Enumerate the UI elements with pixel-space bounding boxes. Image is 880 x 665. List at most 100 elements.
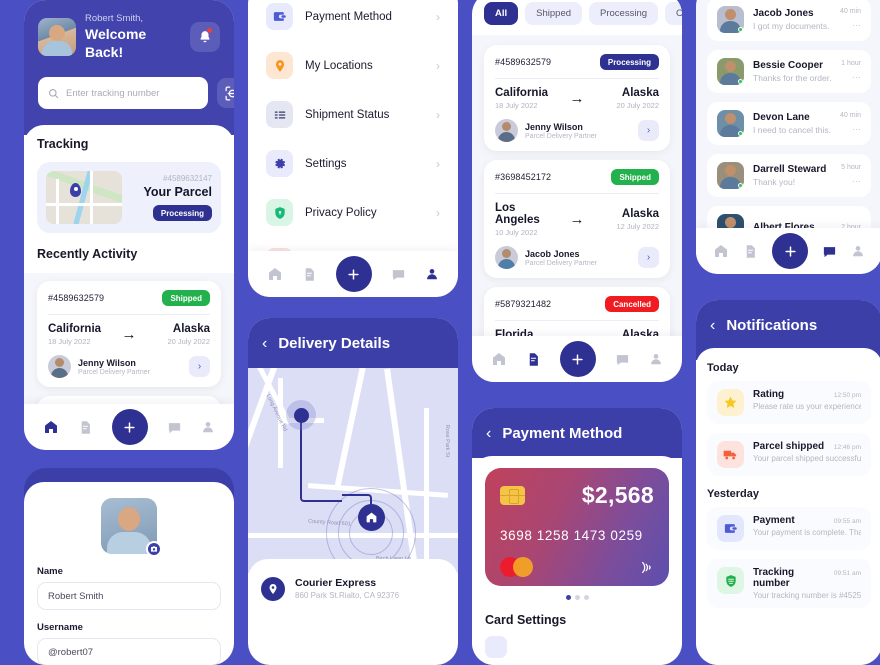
nav-add-button[interactable] <box>772 233 808 269</box>
menu-item-shipment-status[interactable]: Shipment Status › <box>262 90 444 139</box>
route-destination: Alaska 12 July 2022 <box>594 208 659 231</box>
nav-add-button[interactable] <box>335 256 372 292</box>
message-meta: 1 hour ⋯ <box>841 60 861 83</box>
shipment-row-head: #5879321482 Cancelled <box>495 296 659 312</box>
nav-messages[interactable] <box>822 244 837 259</box>
notification-row[interactable]: Payment 09:55 am Your payment is complet… <box>707 507 871 550</box>
nav-profile[interactable] <box>201 420 215 434</box>
shipment-number: #4589632579 <box>495 57 552 67</box>
menu-item-my-locations[interactable]: My Locations › <box>262 41 444 90</box>
notification-dot <box>207 27 212 33</box>
carousel-dot[interactable] <box>574 595 580 600</box>
location-pin-icon <box>269 584 277 594</box>
nav-profile[interactable] <box>649 352 663 366</box>
add-icon <box>124 421 136 433</box>
notification-title: Tracking number <box>753 567 795 589</box>
notification-body: Rating 12:50 pm Please rate us your expe… <box>753 389 861 411</box>
scan-button[interactable] <box>217 78 234 108</box>
notification-group-label: Yesterday <box>707 488 759 500</box>
message-row[interactable]: Darrell Steward Thank you! 5 hour ⋯ <box>707 154 871 197</box>
back-arrow-icon[interactable]: ‹ <box>486 425 491 442</box>
chat-icon <box>616 354 628 365</box>
message-row[interactable]: Bessie Cooper Thanks for the order. 1 ho… <box>707 50 871 93</box>
nav-documents[interactable] <box>302 267 317 282</box>
tab-cancelled[interactable]: Cancelled <box>665 2 682 25</box>
partner-name: Jenny Wilson <box>525 121 583 132</box>
online-dot <box>738 131 743 136</box>
nav-profile[interactable] <box>851 244 865 258</box>
partner-info: Jenny Wilson Parcel Delivery Partner <box>78 358 150 376</box>
more-icon[interactable]: ⋯ <box>840 124 861 135</box>
contact-name: Darrell Steward <box>753 164 827 175</box>
courier-row[interactable]: Courier Express 860 Park St.Rialto, CA 9… <box>261 573 445 605</box>
delivery-map[interactable]: Long Avenue Rd County Road 601 Birch Law… <box>248 368 458 573</box>
nav-documents[interactable] <box>743 244 758 259</box>
message-row[interactable]: Devon Lane I need to cancel this. 40 min… <box>707 102 871 145</box>
card-settings-icon-badge[interactable] <box>485 636 507 658</box>
tab-shipped[interactable]: Shipped <box>525 2 583 25</box>
camera-icon[interactable] <box>146 541 162 557</box>
delivery-detail-sheet: Courier Express 860 Park St.Rialto, CA 9… <box>248 559 458 617</box>
activity-detail-button[interactable]: › <box>189 356 210 377</box>
search-box[interactable] <box>38 77 208 109</box>
notification-title: Parcel shipped <box>753 441 825 452</box>
shipment-row[interactable]: #4589632579 Processing California 18 Jul… <box>484 45 670 151</box>
avatar[interactable] <box>38 17 76 56</box>
profile-photo[interactable] <box>101 498 162 557</box>
card-carousel-dots[interactable] <box>485 595 669 600</box>
screen-payment-method: ‹ Payment Method $2,568 3698 1258 1473 0… <box>472 408 682 665</box>
tracking-title: Tracking <box>37 137 89 151</box>
carousel-dot[interactable] <box>583 595 589 600</box>
nav-add-button[interactable] <box>111 409 148 445</box>
menu-item-privacy-policy[interactable]: Privacy Policy › <box>262 188 444 237</box>
chat-icon <box>392 269 404 280</box>
shipment-row[interactable]: #3698452172 Shipped Los Angeles 10 July … <box>484 160 670 278</box>
nav-documents[interactable] <box>526 352 541 367</box>
partner-info: Jacob Jones Parcel Delivery Partner <box>525 249 597 267</box>
nav-home[interactable] <box>43 419 59 435</box>
notification-row[interactable]: Tracking number 09:51 am Your tracking n… <box>707 559 871 608</box>
more-icon[interactable]: ⋯ <box>841 176 861 187</box>
name-field[interactable]: Robert Smith <box>37 582 221 610</box>
nav-messages[interactable] <box>615 352 630 367</box>
destination-date: 12 July 2022 <box>616 222 659 231</box>
shipment-detail-button[interactable]: › <box>638 120 659 141</box>
shipment-detail-button[interactable]: › <box>638 247 659 268</box>
contact-name: Jacob Jones <box>753 8 814 19</box>
nav-home[interactable] <box>491 351 507 367</box>
chip-icon <box>500 486 525 505</box>
card-top-row: $2,568 <box>500 482 654 509</box>
screen-messages: Jacob Jones I got my documents. 40 min ⋯… <box>696 0 880 274</box>
more-icon[interactable]: ⋯ <box>841 72 861 83</box>
search-icon <box>49 88 59 98</box>
nav-add-button[interactable] <box>559 341 596 377</box>
tracking-card[interactable]: #4589632147 Your Parcel Processing <box>37 162 221 233</box>
username-field[interactable]: @robert07 <box>37 638 221 665</box>
notification-row[interactable]: Rating 12:50 pm Please rate us your expe… <box>707 381 871 424</box>
notification-row[interactable]: Parcel shipped 12:46 pm Your parcel ship… <box>707 433 871 476</box>
back-arrow-icon[interactable]: ‹ <box>710 317 715 334</box>
notification-bell-button[interactable] <box>190 21 220 52</box>
search-input[interactable] <box>66 87 198 99</box>
nav-home[interactable] <box>713 243 729 259</box>
partner-name: Jenny Wilson <box>78 357 136 368</box>
notification-head: Parcel shipped 12:46 pm <box>753 441 861 452</box>
nav-messages[interactable] <box>391 267 406 282</box>
credit-card[interactable]: $2,568 3698 1258 1473 0259 <box>485 468 669 586</box>
menu-item-payment-method[interactable]: Payment Method › <box>262 0 444 41</box>
more-icon[interactable]: ⋯ <box>840 20 861 31</box>
activity-row[interactable]: #4589632579 Shipped California 18 July 2… <box>37 281 221 387</box>
notification-time: 12:46 pm <box>833 444 861 451</box>
carousel-dot[interactable] <box>565 595 571 600</box>
tab-all[interactable]: All <box>484 2 519 25</box>
notification-time: 09:51 am <box>833 570 861 577</box>
menu-item-settings[interactable]: Settings › <box>262 139 444 188</box>
nav-home[interactable] <box>267 266 283 282</box>
message-row[interactable]: Jacob Jones I got my documents. 40 min ⋯ <box>707 0 871 41</box>
nav-documents[interactable] <box>78 420 93 435</box>
greeting-block: Robert Smith, Welcome Back! <box>85 12 181 61</box>
tab-processing[interactable]: Processing <box>589 2 659 25</box>
nav-messages[interactable] <box>167 420 182 435</box>
nav-profile[interactable] <box>425 267 439 281</box>
back-arrow-icon[interactable]: ‹ <box>262 335 267 352</box>
